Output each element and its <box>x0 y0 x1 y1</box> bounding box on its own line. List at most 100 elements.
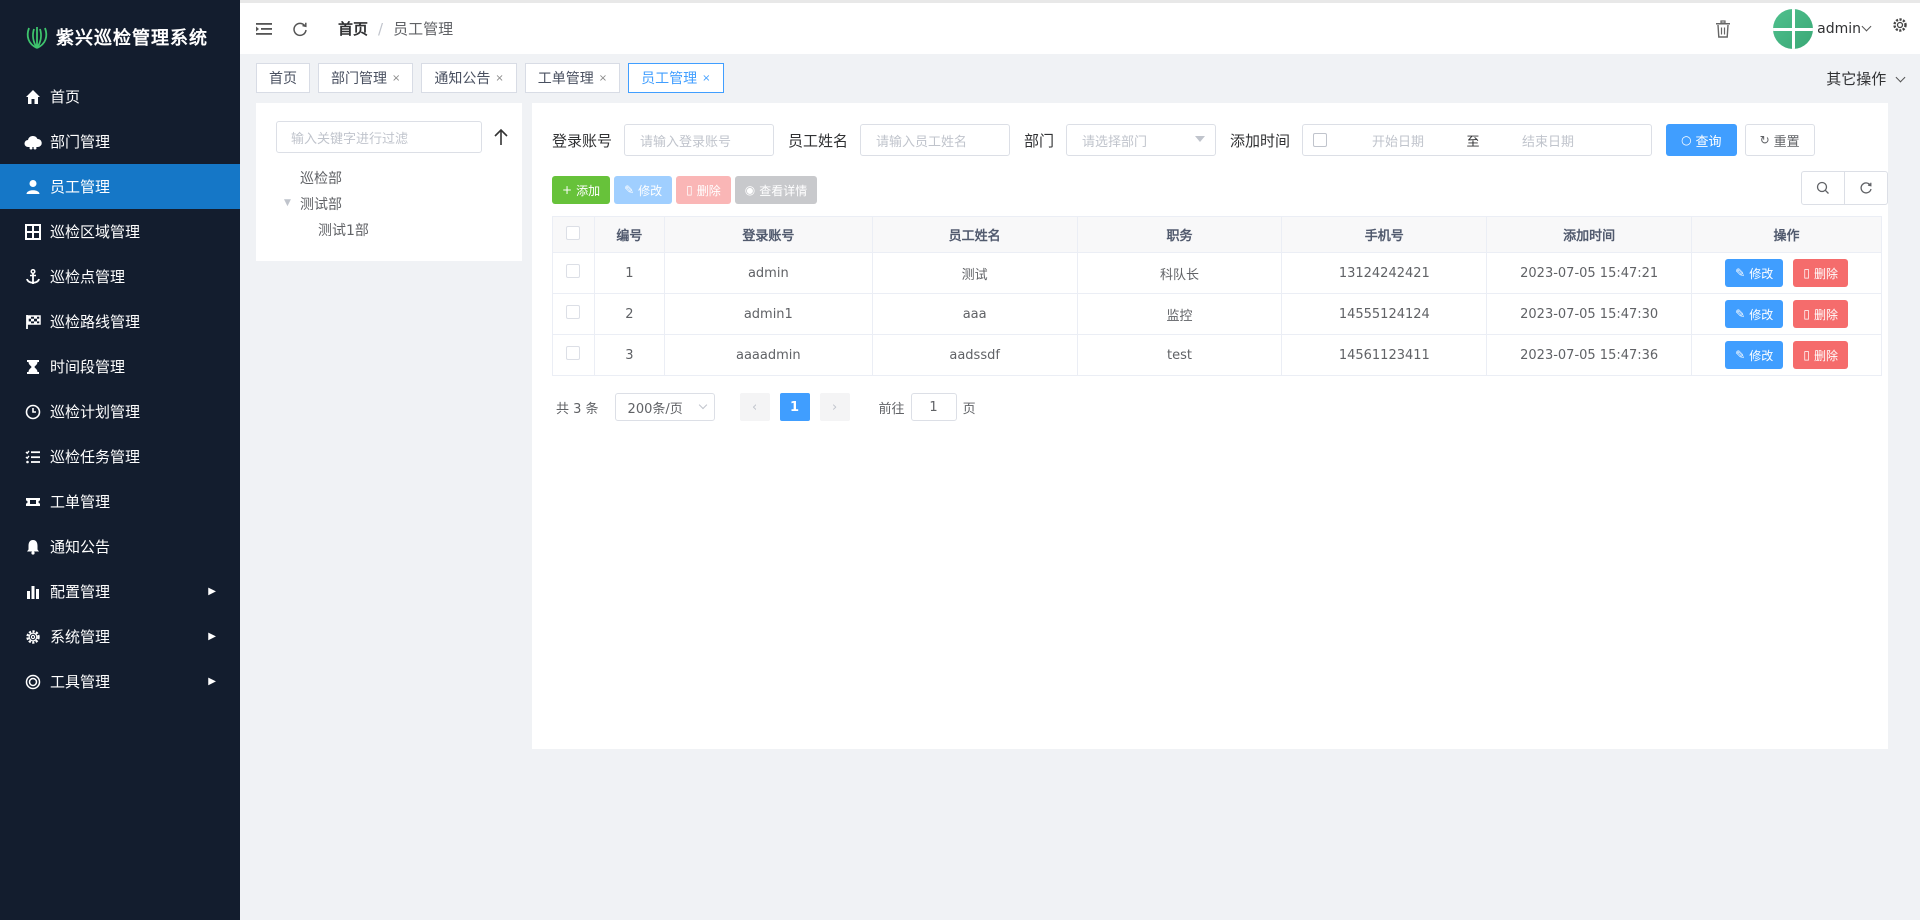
row-edit-label: 修改 <box>1749 348 1774 363</box>
goto-page-input[interactable]: 1 <box>910 393 957 421</box>
tree-node[interactable]: 巡检部 <box>300 168 342 188</box>
sidebar-item-inspection-tasks[interactable]: 巡检任务管理 <box>0 434 240 479</box>
dept-placeholder: 请选择部门 <box>1082 134 1148 150</box>
sidebar-item-employees[interactable]: 员工管理 <box>0 164 240 209</box>
flag-icon <box>24 313 42 331</box>
chevron-down-icon[interactable] <box>1861 21 1872 32</box>
hamburger-icon[interactable] <box>254 19 274 39</box>
cell-id: 2 <box>593 293 665 335</box>
row-checkbox[interactable] <box>566 305 581 319</box>
select-all-cell[interactable] <box>552 216 595 253</box>
sidebar-item-inspection-areas[interactable]: 巡检区域管理 <box>0 209 240 254</box>
row-select-cell[interactable] <box>552 252 595 294</box>
row-delete-button[interactable]: ▯ 删除 <box>1793 341 1848 369</box>
delete-button[interactable]: ▯ 删除 <box>676 176 731 204</box>
page-size-select[interactable]: 200条/页 <box>614 393 715 421</box>
sidebar-item-work-orders[interactable]: 工单管理 <box>0 479 240 524</box>
table-row[interactable]: 1 admin 测试 科队长 13124242421 2023-07-05 15… <box>552 252 1882 294</box>
trash-icon: ▯ <box>1803 307 1810 321</box>
pagination: 共 3 条 200条/页 ‹ 1 › 前往 1 页 <box>552 393 976 421</box>
caret-down-icon[interactable]: ▼ <box>284 198 291 208</box>
dept-select[interactable]: 请选择部门 <box>1066 124 1217 156</box>
close-icon[interactable]: × <box>495 73 503 84</box>
home-icon <box>24 88 42 106</box>
tag-notices[interactable]: 通知公告 × <box>421 63 517 93</box>
eye-icon: ◉ <box>744 183 756 197</box>
caret-down-icon <box>1195 136 1206 142</box>
breadcrumb-home[interactable]: 首页 <box>338 18 368 39</box>
close-icon[interactable]: × <box>599 73 607 84</box>
tag-work-orders[interactable]: 工单管理 × <box>524 63 621 93</box>
refresh-table-button[interactable] <box>1844 171 1888 205</box>
row-edit-button[interactable]: ✎ 修改 <box>1725 341 1784 369</box>
cell-position: test <box>1076 334 1283 376</box>
view-label: 查看详情 <box>759 183 808 198</box>
sidebar-item-config[interactable]: 配置管理 ▶ <box>0 569 240 614</box>
sidebar-item-inspection-points[interactable]: 巡检点管理 <box>0 254 240 299</box>
start-date[interactable]: 开始日期 <box>1333 131 1463 150</box>
gear-icon[interactable] <box>1892 17 1908 33</box>
row-checkbox[interactable] <box>566 264 581 278</box>
account-input[interactable]: 请输入登录账号 <box>624 124 775 156</box>
add-button[interactable]: + 添加 <box>552 176 611 204</box>
name-input[interactable]: 请输入员工姓名 <box>860 124 1011 156</box>
tag-home[interactable]: 首页 <box>256 63 310 93</box>
tree-node[interactable]: 测试部 <box>300 194 342 214</box>
row-checkbox[interactable] <box>566 346 581 360</box>
row-select-cell[interactable] <box>552 293 595 335</box>
bar-chart-icon <box>24 583 42 601</box>
arrow-up-icon[interactable] <box>492 127 510 147</box>
end-date[interactable]: 结束日期 <box>1483 131 1613 150</box>
trash-icon: ▯ <box>1803 266 1810 280</box>
cloud-icon <box>24 133 42 151</box>
page-number-button[interactable]: 1 <box>779 393 810 421</box>
date-range-picker[interactable]: 开始日期 至 结束日期 <box>1302 124 1653 156</box>
close-icon[interactable]: × <box>702 73 710 84</box>
delete-label: 删除 <box>696 183 721 198</box>
close-icon[interactable]: × <box>392 73 400 84</box>
row-select-cell[interactable] <box>552 334 595 376</box>
sidebar-item-departments[interactable]: 部门管理 <box>0 119 240 164</box>
reset-button[interactable]: ↻ 重置 <box>1744 124 1815 156</box>
sidebar-item-inspection-plans[interactable]: 巡检计划管理 <box>0 389 240 434</box>
other-operations-dropdown[interactable]: 其它操作 <box>1826 68 1906 89</box>
tree-filter-placeholder: 输入关键字进行过滤 <box>291 131 409 147</box>
trash-icon[interactable] <box>1713 19 1733 39</box>
query-button[interactable]: ○ 查询 <box>1666 124 1737 156</box>
row-edit-button[interactable]: ✎ 修改 <box>1725 300 1784 328</box>
table-row[interactable]: 2 admin1 aaa 监控 14555124124 2023-07-05 1… <box>552 293 1882 335</box>
sidebar-item-inspection-routes[interactable]: 巡检路线管理 <box>0 299 240 344</box>
app-logo[interactable]: 紫兴巡检管理系统 <box>0 0 240 74</box>
cell-account: admin <box>663 252 873 294</box>
sidebar-item-notices[interactable]: 通知公告 <box>0 524 240 569</box>
sidebar: 紫兴巡检管理系统 首页 部门管理 员工管理 巡检区域管理 巡检点管理 巡检路线管… <box>0 0 240 920</box>
sidebar-item-label: 巡检路线管理 <box>50 313 141 331</box>
tag-departments[interactable]: 部门管理 × <box>318 63 414 93</box>
view-details-button[interactable]: ◉ 查看详情 <box>734 176 818 204</box>
app-title: 紫兴巡检管理系统 <box>56 28 208 49</box>
page-jumper: 前往 1 页 <box>879 393 976 421</box>
username[interactable]: admin <box>1817 21 1861 37</box>
sidebar-item-label: 首页 <box>50 88 81 106</box>
prev-page-button[interactable]: ‹ <box>739 393 770 421</box>
row-edit-button[interactable]: ✎ 修改 <box>1725 259 1784 287</box>
select-all-checkbox[interactable] <box>566 225 581 240</box>
table-row[interactable]: 3 aaaadmin aadssdf test 14561123411 2023… <box>552 334 1882 376</box>
tree-filter-input[interactable]: 输入关键字进行过滤 <box>276 121 482 153</box>
sidebar-item-time-periods[interactable]: 时间段管理 <box>0 344 240 389</box>
tag-employees[interactable]: 员工管理 × <box>628 63 724 93</box>
sidebar-item-tools[interactable]: 工具管理 ▶ <box>0 659 240 704</box>
sidebar-item-system[interactable]: 系统管理 ▶ <box>0 614 240 659</box>
tree-node[interactable]: 测试1部 <box>318 220 369 240</box>
edit-button[interactable]: ✎ 修改 <box>614 176 673 204</box>
avatar[interactable] <box>1773 8 1814 49</box>
sidebar-item-home[interactable]: 首页 <box>0 74 240 119</box>
dept-label: 部门 <box>1024 131 1055 150</box>
refresh-icon[interactable] <box>290 19 310 39</box>
next-page-button[interactable]: › <box>819 393 850 421</box>
row-delete-button[interactable]: ▯ 删除 <box>1793 300 1848 328</box>
name-placeholder: 请输入员工姓名 <box>876 134 968 150</box>
toggle-search-button[interactable] <box>1801 171 1845 205</box>
cell-actions: ✎ 修改 ▯ 删除 <box>1691 252 1882 294</box>
row-delete-button[interactable]: ▯ 删除 <box>1793 259 1848 287</box>
